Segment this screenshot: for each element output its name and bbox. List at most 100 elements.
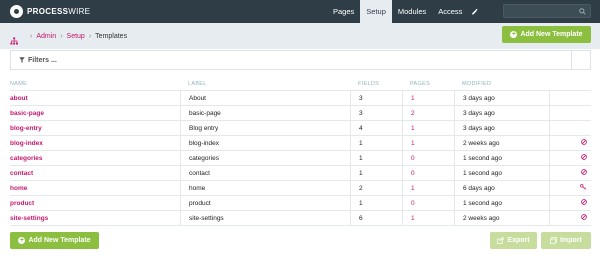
template-pages-link[interactable]: 0 [411,170,415,177]
template-name-link[interactable]: categories [10,155,43,162]
template-name-link[interactable]: site-settings [10,215,48,222]
template-label: product [180,196,350,210]
row-action [549,196,591,210]
plus-circle-icon: + [18,237,26,244]
template-name-link[interactable]: product [10,200,34,207]
template-modified: 3 days ago [454,106,549,120]
export-label: Export [507,237,530,244]
row-action [549,106,591,120]
table-row: site-settings site-settings 6 1 2 weeks ago [10,211,591,226]
template-modified: 1 second ago [454,166,549,180]
logo-icon [10,5,23,18]
template-name-link[interactable]: blog-index [10,140,43,147]
template-modified: 3 days ago [454,121,549,135]
template-pages-link[interactable]: 1 [411,215,415,222]
export-button[interactable]: Export [490,232,537,249]
table-row: basic-page basic-page 3 2 3 days ago [10,106,591,121]
template-label: categories [180,151,350,165]
plus-circle-icon: + [510,31,518,38]
logo-text-bold: PROCESS [27,7,69,16]
template-fields-count: 1 [350,136,402,150]
template-pages-link[interactable]: 0 [411,155,415,162]
column-header-pages[interactable]: PAGES [402,77,454,90]
breadcrumb-setup[interactable]: Setup [67,33,85,40]
template-modified: 1 second ago [454,151,549,165]
add-new-template-label: Add New Template [28,237,91,244]
row-action [549,121,591,135]
template-pages-link[interactable]: 0 [411,200,415,207]
template-fields-count: 1 [350,151,402,165]
filter-icon [19,57,25,63]
column-header-modified[interactable]: MODIFIED [454,77,549,90]
ban-icon[interactable] [581,139,587,147]
breadcrumb-bar: › Admin › Setup › Templates + Add New Te… [0,23,600,49]
template-pages-link[interactable]: 1 [411,140,415,147]
template-fields-count: 4 [350,121,402,135]
template-name-link[interactable]: about [10,95,28,102]
import-label: Import [560,237,582,244]
template-modified: 1 second ago [454,196,549,210]
template-name-link[interactable]: contact [10,170,33,177]
logo[interactable]: PROCESSWIRE [10,5,90,18]
nav-modules[interactable]: Modules [392,0,432,23]
add-new-template-label: Add New Template [520,31,583,38]
key-icon[interactable] [580,184,587,192]
template-pages-link[interactable]: 1 [411,125,415,132]
template-label: Blog entry [180,121,350,135]
template-modified: 2 weeks ago [454,136,549,150]
row-action [549,151,591,165]
row-action [549,181,591,195]
table-row: about About 3 1 3 days ago [10,91,591,106]
template-pages-link[interactable]: 2 [411,110,415,117]
template-pages-link[interactable]: 1 [411,95,415,102]
sitemap-icon[interactable] [10,32,18,45]
ban-icon[interactable] [581,199,587,207]
template-modified: 6 days ago [454,181,549,195]
template-name-link[interactable]: blog-entry [10,125,42,132]
ban-icon[interactable] [581,154,587,162]
column-header-label[interactable]: LABEL [180,77,350,90]
template-fields-count: 3 [350,106,402,120]
breadcrumb-admin[interactable]: Admin [36,33,56,40]
breadcrumb-separator: › [30,32,33,40]
filters-label: Filters ... [28,56,57,64]
nav-setup[interactable]: Setup [360,0,392,23]
column-header-actions [549,77,591,90]
nav-pages[interactable]: Pages [327,0,360,23]
breadcrumb-separator: › [60,32,63,40]
row-action [549,211,591,225]
template-fields-count: 3 [350,91,402,105]
table-row: contact contact 1 0 1 second ago [10,166,591,181]
add-new-template-button[interactable]: + Add New Template [502,26,591,43]
row-action [549,136,591,150]
template-fields-count: 1 [350,196,402,210]
ban-icon[interactable] [581,214,587,222]
template-label: site-settings [180,211,350,225]
breadcrumb-separator: › [88,32,92,40]
column-header-name[interactable]: NAME [10,77,180,90]
ban-icon[interactable] [581,169,587,177]
template-label: About [180,91,350,105]
nav-access[interactable]: Access [432,0,468,23]
import-icon [550,237,558,244]
search-icon[interactable] [579,2,586,20]
template-modified: 3 days ago [454,91,549,105]
import-button[interactable]: Import [541,232,591,249]
templates-table: NAME LABEL FIELDS PAGES MODIFIED about Ab… [10,77,591,226]
table-row: blog-index blog-index 1 1 2 weeks ago [10,136,591,151]
template-name-link[interactable]: basic-page [10,110,44,117]
table-body: about About 3 1 3 days ago basic-page basic-pa… [10,91,591,226]
add-new-template-button-bottom[interactable]: + Add New Template [10,232,99,249]
template-pages-link[interactable]: 1 [411,185,415,192]
filters-toggle[interactable]: Filters ... [10,50,591,70]
column-header-fields[interactable]: FIELDS [350,77,402,90]
template-fields-count: 1 [350,166,402,180]
wrench-icon[interactable] [468,0,482,23]
table-row: home home 2 1 6 days ago [10,181,591,196]
main-nav: Pages Setup Modules Access [327,0,482,23]
search-input[interactable] [503,4,591,18]
template-name-link[interactable]: home [10,185,27,192]
table-row: blog-entry Blog entry 4 1 3 days ago [10,121,591,136]
template-fields-count: 2 [350,181,402,195]
filters-divider [571,51,572,69]
